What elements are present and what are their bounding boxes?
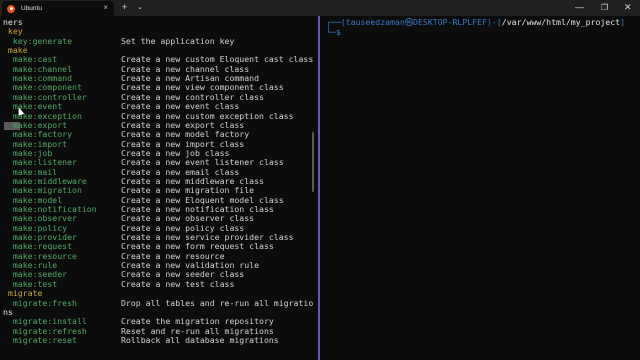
prompt-line-2: └─$	[326, 27, 341, 37]
command-description: Rollback all database migrations	[121, 334, 279, 345]
prompt-suffix: ]	[620, 17, 626, 27]
minimize-button[interactable]: —	[575, 2, 584, 13]
command-description: Set the application key	[121, 35, 235, 46]
terminal-pane-right[interactable]: ┌──(tauseedzaman㉿DESKTOP-RLPLFEF)-[/var/…	[320, 16, 640, 360]
new-tab-button[interactable]: +	[122, 2, 127, 13]
terminal-pane-left[interactable]: ners key key:generate Set the application…	[0, 16, 318, 360]
prompt-path: /var/www/html/my_project	[501, 17, 621, 27]
prompt-user-host: tauseedzaman㉿DESKTOP-RLPLFEF	[345, 17, 487, 27]
maximize-button[interactable]: ❐	[601, 2, 608, 13]
chevron-down-icon[interactable]: ⌄	[137, 2, 143, 13]
ubuntu-icon	[7, 4, 15, 13]
prompt-separator: )-[	[487, 17, 502, 27]
tab-close-button[interactable]: ×	[103, 3, 108, 13]
tab-ubuntu[interactable]: Ubuntu ×	[2, 1, 114, 16]
title-bar: Ubuntu × + ⌄ — ❐ ✕	[0, 0, 640, 16]
command-description: Drop all tables and re-run all migratio	[121, 297, 314, 308]
scrollbar[interactable]	[312, 132, 314, 192]
command-name: migrate:reset	[3, 334, 77, 345]
command-name: migrate:fresh	[3, 297, 77, 308]
tab-title: Ubuntu	[21, 5, 42, 12]
prompt-prefix: ┌──(	[326, 17, 346, 27]
close-button[interactable]: ✕	[624, 2, 632, 13]
command-description: Create a new test class	[121, 278, 235, 289]
prompt-line-1: ┌──(tauseedzaman㉿DESKTOP-RLPLFEF)-[/var/…	[326, 17, 625, 27]
